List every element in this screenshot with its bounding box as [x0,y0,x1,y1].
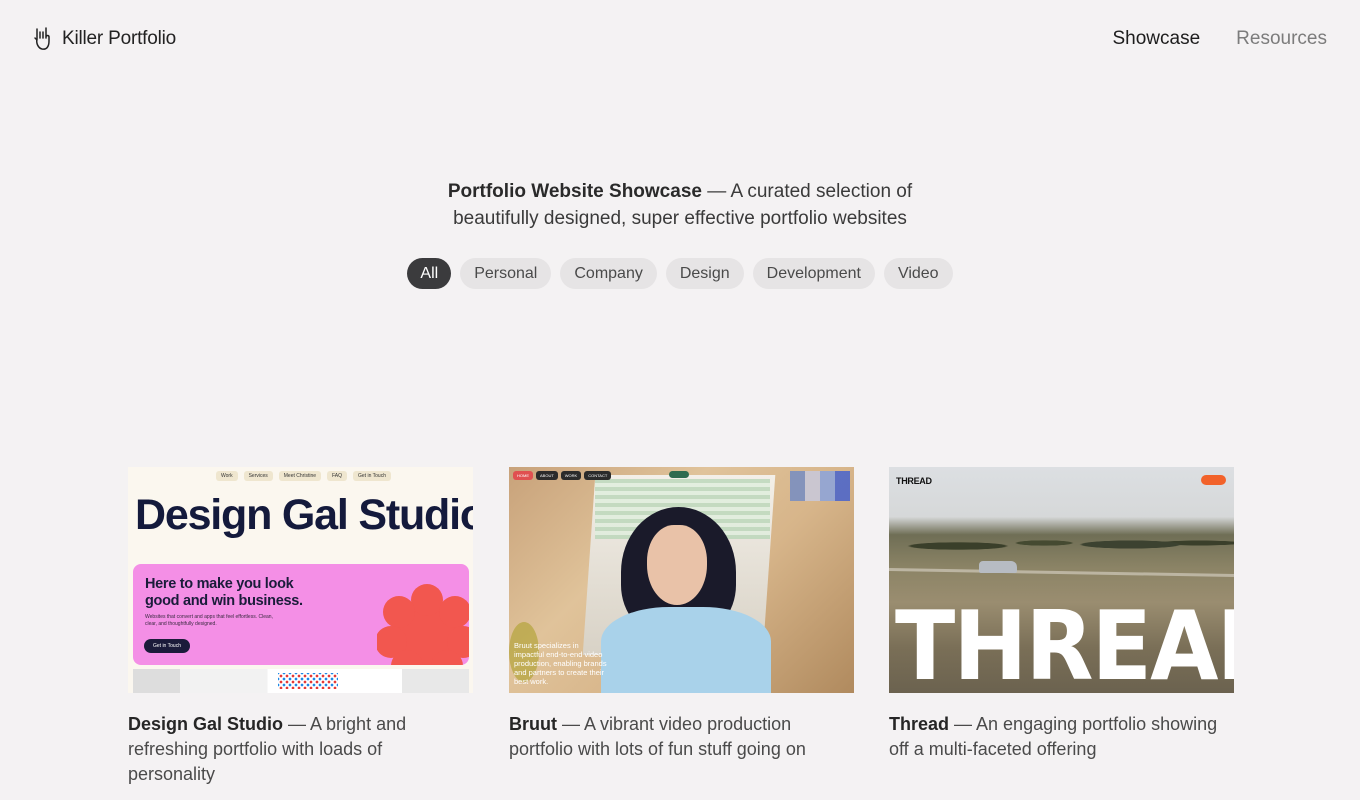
nav-showcase[interactable]: Showcase [1113,28,1201,50]
thumb-overlay-text: Bruut specializes in impactful end-to-en… [514,641,607,686]
card-title[interactable]: Thread [889,714,949,734]
card-thumbnail[interactable]: HOME ABOUT WORK CONTACT Bruut specialize… [509,467,854,693]
showcase-card-thread[interactable]: THREAD THREAD Thread — An engaging portf… [889,467,1234,762]
hero-subtitle-1: — A curated selection of [701,181,913,202]
card-caption: Thread — An engaging portfolio showing o… [889,712,1234,762]
site-logo[interactable]: Killer Portfolio [32,26,176,52]
showcase-card-bruut[interactable]: HOME ABOUT WORK CONTACT Bruut specialize… [509,467,854,762]
thumb-cta: Get in Touch [144,639,190,653]
thumb-body: Websites that convert and apps that feel… [145,614,273,627]
category-filters: All Personal Company Design Development … [0,258,1360,289]
nav-resources[interactable]: Resources [1236,28,1327,50]
main-nav: Showcase Resources [1113,28,1328,50]
thumb-nav: Work Services Meet Christine FAQ Get in … [216,471,391,481]
filter-all[interactable]: All [407,258,452,289]
thumb-nav-item: CONTACT [584,471,612,480]
rock-hand-icon [34,27,50,50]
thumb-menu-pill [1201,475,1226,485]
thumb-tagline: Here to make you look good and win busin… [145,576,303,609]
thumb-brand: THREAD [896,476,932,486]
card-caption: Bruut — A vibrant video production portf… [509,712,839,762]
thumb-nav-item: Work [216,471,238,481]
thumb-nav-item: Services [243,471,273,481]
card-title[interactable]: Design Gal Studio [128,714,283,734]
card-title[interactable]: Bruut [509,714,557,734]
thumb-tiles [790,471,850,501]
card-thumbnail[interactable]: Work Services Meet Christine FAQ Get in … [128,467,473,693]
thumb-headline: Design Gal Studio [135,491,473,539]
thumb-tree-line [889,525,1234,555]
filter-company[interactable]: Company [560,258,657,289]
thumb-nav-item: HOME [513,471,533,480]
thumb-road [889,567,1234,578]
flower-graphic [377,584,469,665]
thumb-dots-pattern [278,673,338,689]
thumb-hero-panel: Here to make you look good and win busin… [133,564,469,665]
filter-design[interactable]: Design [665,258,744,289]
site-header: Killer Portfolio Showcase Resources [0,0,1360,78]
hero-subtitle-2: beautifully designed, super effective po… [453,208,907,229]
thumb-nav-item: Get in Touch [353,471,391,481]
card-thumbnail[interactable]: THREAD THREAD [889,467,1234,693]
thumb-nav-item: Meet Christine [278,471,321,481]
thumb-person-face [647,525,707,605]
showcase-card-design-gal-studio[interactable]: Work Services Meet Christine FAQ Get in … [128,467,473,787]
filter-development[interactable]: Development [752,258,875,289]
thumb-nav-item: ABOUT [536,471,558,480]
thumb-nav: HOME ABOUT WORK CONTACT [513,471,612,480]
filter-video[interactable]: Video [883,258,953,289]
hero-line-1: Portfolio Website Showcase — A curated s… [0,178,1360,205]
thumb-headline: THREAD [895,592,1234,693]
card-caption: Design Gal Studio — A bright and refresh… [128,712,418,787]
hero-intro: Portfolio Website Showcase — A curated s… [0,178,1360,232]
hero-title: Portfolio Website Showcase [447,181,702,202]
brand-name: Killer Portfolio [62,28,177,49]
thumb-logo [669,471,689,478]
thumb-person-shirt [601,607,771,693]
thumb-car [979,561,1017,573]
thumb-nav-item: FAQ [327,471,348,481]
thumb-nav-item: WORK [560,471,582,480]
filter-personal[interactable]: Personal [460,258,552,289]
